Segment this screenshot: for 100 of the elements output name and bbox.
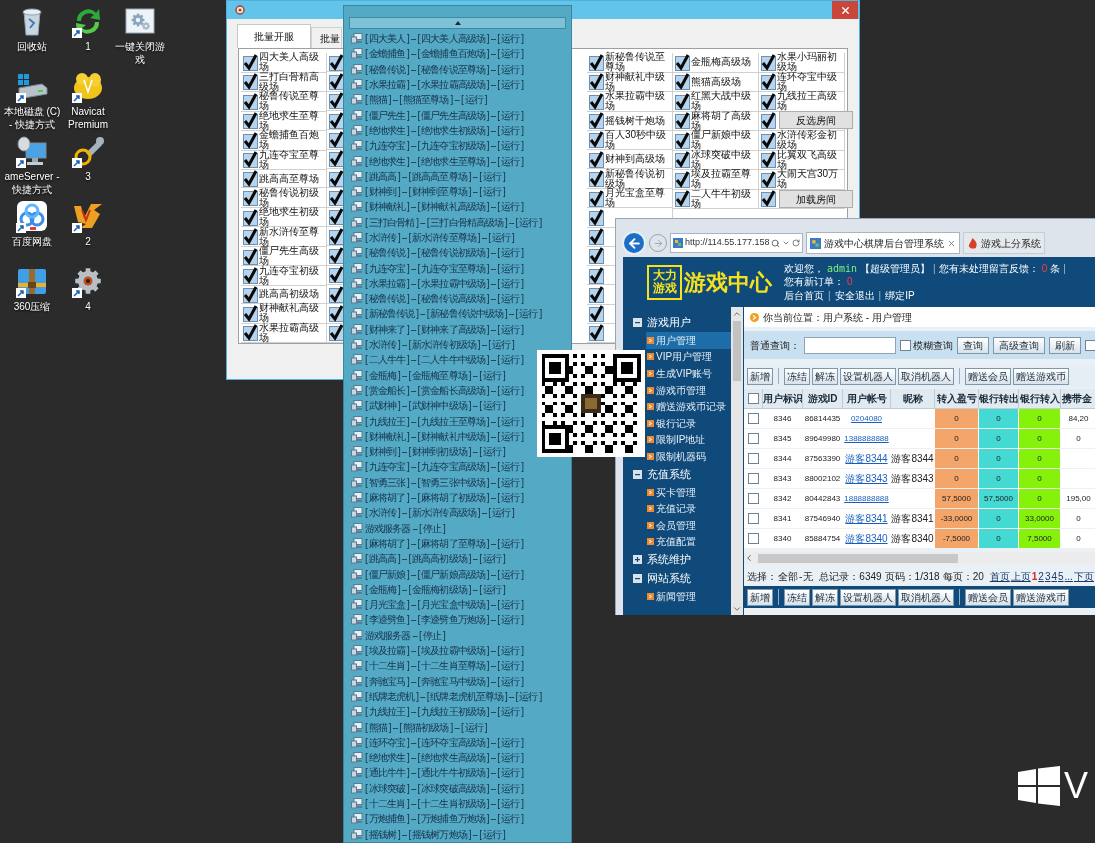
checkbox[interactable] (329, 246, 344, 264)
checkbox[interactable] (675, 53, 690, 71)
checkbox[interactable] (589, 285, 604, 303)
server-list-item[interactable]: [ 九线拉王 ] -- [ 九线拉王至尊场 ] -- [ 运行 ] (344, 413, 524, 429)
server-list-item[interactable]: [ 绝地求生 ] -- [ 绝地求生至尊场 ] -- [ 运行 ] (344, 153, 524, 169)
header-link[interactable]: 安全退出 (834, 289, 875, 302)
server-list-item[interactable]: [ 水浒传 ] -- [ 新水浒传初级场 ] -- [ 运行 ] (344, 336, 514, 353)
checkbox[interactable] (329, 150, 344, 168)
server-list-item[interactable]: 游戏服务器 -- [ 停止 ] (344, 627, 445, 643)
server-list-item[interactable]: [ 绝地求生 ] -- [ 绝地求生初级场 ] -- [ 运行 ] (344, 122, 524, 139)
checkbox[interactable] (675, 170, 690, 188)
browser-tab[interactable]: 游戏上分系统 (963, 232, 1046, 254)
checkbox[interactable] (243, 112, 258, 130)
server-list-item[interactable]: [ 绝地求生 ] -- [ 绝地求生高级场 ] -- [ 运行 ] (344, 749, 524, 766)
checkbox[interactable] (675, 151, 690, 169)
desktop-shortcut[interactable]: 4 (64, 264, 112, 313)
search-button[interactable]: 高级查询 (993, 336, 1045, 354)
toolbar-button[interactable]: 冻结 (784, 367, 810, 385)
search-button[interactable]: 查询 (957, 336, 989, 354)
server-list-item[interactable]: [ 跳高高 ] -- [ 跳高高至尊场 ] -- [ 运行 ] (344, 168, 505, 184)
selection-link[interactable]: 无 (803, 568, 814, 584)
checkbox[interactable] (329, 130, 344, 148)
tab[interactable]: 批量 (311, 27, 342, 48)
checkbox[interactable] (761, 53, 776, 71)
checkbox[interactable] (243, 131, 258, 149)
server-list-item[interactable]: [ 赏金船长 ] -- [ 赏金船长高级场 ] -- [ 运行 ] (344, 382, 524, 399)
checkbox[interactable] (747, 393, 759, 404)
checkbox[interactable] (761, 112, 776, 130)
toolbar-button[interactable]: 新增 (747, 588, 773, 606)
checkbox[interactable] (243, 73, 258, 91)
checkbox[interactable] (1085, 339, 1095, 351)
checkbox[interactable] (243, 92, 258, 110)
toolbar-button[interactable]: 赠送会员 (965, 588, 1011, 606)
toolbar-button[interactable]: 取消机器人 (898, 367, 954, 385)
desktop-shortcut[interactable]: 1 (64, 4, 112, 53)
checkbox[interactable] (243, 170, 258, 188)
server-list-item[interactable]: [ 跳高高 ] -- [ 跳高高初级场 ] -- [ 运行 ] (344, 551, 505, 567)
server-list-item[interactable]: [ 秘鲁传说 ] -- [ 秘鲁传说至尊场 ] -- [ 运行 ] (344, 61, 524, 77)
search-button[interactable]: 刷新 (1049, 336, 1081, 354)
checkbox[interactable] (589, 150, 604, 168)
account-link[interactable]: 游客8340 (845, 531, 888, 546)
checkbox[interactable] (589, 305, 604, 323)
page-link[interactable]: 4 (1051, 568, 1057, 584)
server-list-item[interactable]: [ 金瓶梅 ] -- [ 金瓶梅至尊场 ] -- [ 运行 ] (344, 367, 505, 383)
checkbox[interactable] (243, 228, 258, 245)
menu-group[interactable]: 系统维护 (623, 550, 731, 570)
checkbox[interactable] (243, 151, 258, 169)
desktop-shortcut[interactable]: ameServer - 快捷方式 (0, 134, 64, 196)
account-link[interactable]: 1388888888 (844, 432, 889, 445)
desktop-shortcut[interactable]: 百度网盘 (0, 199, 64, 248)
server-list-item[interactable]: [ 摇钱树 ] -- [ 摇钱树万炮场 ] -- [ 运行 ] (344, 826, 505, 842)
checkbox[interactable] (761, 92, 776, 110)
checkbox[interactable] (761, 190, 776, 208)
checkbox[interactable] (589, 324, 604, 342)
tab[interactable]: 批量开服 (237, 24, 311, 48)
desktop-shortcut[interactable]: 360压缩 (0, 264, 64, 313)
checkbox[interactable] (761, 170, 776, 188)
server-list-item[interactable]: 游戏服务器 -- [ 停止 ] (344, 520, 445, 536)
checkbox[interactable] (329, 169, 344, 187)
checkbox[interactable] (329, 53, 344, 71)
checkbox[interactable] (675, 190, 690, 208)
page-link[interactable]: ... (1064, 568, 1073, 584)
checkbox[interactable] (675, 73, 690, 91)
server-list-item[interactable]: [ 僵尸新娘 ] -- [ 僵尸新娘高级场 ] -- [ 运行 ] (344, 566, 524, 582)
account-link[interactable]: 游客8341 (845, 511, 888, 526)
server-list-item[interactable]: [ 麻将胡了 ] -- [ 麻将胡了至尊场 ] -- [ 运行 ] (344, 535, 524, 552)
page-link[interactable]: 首页 (989, 568, 1010, 584)
checkbox[interactable] (747, 453, 759, 464)
checkbox[interactable] (589, 92, 604, 110)
checkbox[interactable] (329, 73, 344, 90)
checkbox[interactable] (243, 247, 258, 265)
server-list-item[interactable]: [ 冰球突破 ] -- [ 冰球突破高级场 ] -- [ 运行 ] (344, 780, 524, 796)
menu-group[interactable]: 游戏用户 (623, 313, 731, 332)
server-list-item[interactable]: [ 十二生肖 ] -- [ 十二生肖至尊场 ] -- [ 运行 ] (344, 658, 524, 674)
server-list-item[interactable]: [ 智勇三张 ] -- [ 智勇三张中级场 ] -- [ 运行 ] (344, 474, 524, 490)
desktop-shortcut[interactable]: 本地磁盘 (C) - 快捷方式 (0, 69, 64, 131)
address-field[interactable]: http://114.55.177.158 (670, 233, 804, 253)
server-list-item[interactable]: [ 九连夺宝 ] -- [ 九连夺宝高级场 ] -- [ 运行 ] (344, 459, 524, 475)
checkbox[interactable] (243, 285, 258, 303)
checkbox[interactable] (589, 228, 604, 246)
checkbox[interactable] (747, 533, 759, 544)
close-button[interactable] (832, 1, 858, 19)
server-list-item[interactable]: [ 九连夺宝 ] -- [ 九连夺宝至尊场 ] -- [ 运行 ] (344, 260, 524, 276)
page-link[interactable]: 5 (1058, 568, 1064, 584)
server-list-item[interactable]: [ 三打白骨精 ] -- [ 三打白骨精高级场 ] -- [ 运行 ] (344, 214, 542, 230)
checkbox[interactable] (747, 493, 759, 504)
toolbar-button[interactable]: 赠送游戏币 (1013, 588, 1069, 606)
toolbar-button[interactable]: 赠送游戏币 (1013, 367, 1069, 385)
checkbox[interactable] (589, 131, 604, 149)
search-field[interactable] (804, 336, 896, 354)
server-list-item[interactable]: [ 月光宝盒 ] -- [ 月光宝盒中级场 ] -- [ 运行 ] (344, 597, 524, 613)
server-list-item[interactable]: [ 埃及拉霸 ] -- [ 埃及拉霸中级场 ] -- [ 运行 ] (344, 642, 524, 659)
server-list-item[interactable]: [ 水浒传 ] -- [ 新水浒传高级场 ] -- [ 运行 ] (344, 505, 514, 521)
checkbox[interactable] (329, 324, 344, 342)
page-link[interactable]: 下页 (1073, 568, 1094, 584)
checkbox[interactable] (589, 73, 604, 91)
account-link[interactable]: 游客8343 (845, 471, 888, 486)
checkbox[interactable] (747, 513, 759, 524)
server-list-item[interactable]: [ 纸牌老虎机 ] -- [ 纸牌老虎机至尊场 ] -- [ 运行 ] (344, 688, 542, 705)
desktop-shortcut[interactable]: Navicat Premium (64, 69, 112, 131)
